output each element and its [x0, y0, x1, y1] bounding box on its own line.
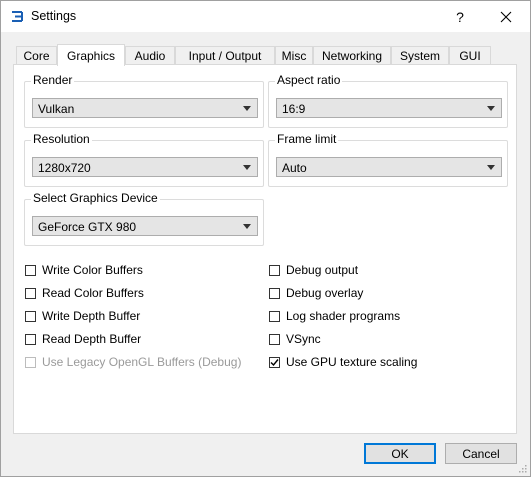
- checkbox-label: Read Depth Buffer: [42, 332, 142, 346]
- checkbox-label: Use GPU texture scaling: [286, 355, 418, 369]
- checkbox-box[interactable]: [25, 264, 36, 276]
- chevron-down-icon: [487, 106, 495, 111]
- render-select[interactable]: Vulkan: [32, 98, 258, 118]
- checkbox-label: Use Legacy OpenGL Buffers (Debug): [42, 355, 242, 369]
- aspect-ratio-value: 16:9: [282, 102, 306, 116]
- read-depth-buffer-checkbox[interactable]: Read Depth Buffer: [25, 331, 141, 347]
- legacy-opengl-buffers-checkbox: Use Legacy OpenGL Buffers (Debug): [25, 354, 241, 370]
- aspect-ratio-group: Aspect ratio 16:9: [268, 73, 508, 128]
- frame-limit-group: Frame limit Auto: [268, 132, 508, 187]
- app-icon: [10, 10, 25, 23]
- debug-output-checkbox[interactable]: Debug output: [269, 262, 358, 278]
- checkbox-label: VSync: [286, 332, 321, 346]
- frame-limit-value: Auto: [282, 161, 307, 175]
- render-label: Render: [31, 73, 75, 87]
- resolution-select[interactable]: 1280x720: [32, 157, 258, 177]
- resolution-group: Resolution 1280x720: [24, 132, 264, 187]
- tab-misc[interactable]: Misc: [275, 46, 313, 64]
- help-button[interactable]: ?: [437, 1, 483, 32]
- resolution-value: 1280x720: [38, 161, 91, 175]
- graphics-device-value: GeForce GTX 980: [38, 220, 137, 234]
- tab-networking[interactable]: Networking: [313, 46, 391, 64]
- tab-audio[interactable]: Audio: [125, 46, 175, 64]
- window-title: Settings: [31, 9, 77, 23]
- frame-limit-select[interactable]: Auto: [276, 157, 502, 177]
- checkbox-box: [25, 356, 36, 368]
- graphics-panel: Render Vulkan Aspect ratio 16:9 Resoluti…: [13, 64, 517, 434]
- vsync-checkbox[interactable]: VSync: [269, 331, 321, 347]
- checkbox-box[interactable]: [269, 310, 280, 322]
- tab-input-output[interactable]: Input / Output: [175, 46, 275, 64]
- write-depth-buffer-checkbox[interactable]: Write Depth Buffer: [25, 308, 140, 324]
- checkbox-box[interactable]: [25, 310, 36, 322]
- checkbox-label: Debug overlay: [286, 286, 364, 300]
- checkbox-box[interactable]: [269, 333, 280, 345]
- aspect-ratio-label: Aspect ratio: [275, 73, 343, 87]
- checkbox-box[interactable]: [269, 356, 280, 368]
- resolution-label: Resolution: [31, 132, 92, 146]
- close-button[interactable]: [483, 1, 529, 32]
- checkbox-label: Log shader programs: [286, 309, 401, 323]
- resize-grip-icon[interactable]: [517, 463, 527, 473]
- checkbox-label: Write Color Buffers: [42, 263, 143, 277]
- graphics-device-group: Select Graphics Device GeForce GTX 980: [24, 191, 264, 246]
- close-icon: [500, 11, 512, 22]
- frame-limit-label: Frame limit: [275, 132, 339, 146]
- settings-window: Settings ? Core Graphics Audio Input / O…: [0, 0, 531, 477]
- gpu-texture-scaling-checkbox[interactable]: Use GPU texture scaling: [269, 354, 417, 370]
- checkbox-box[interactable]: [269, 264, 280, 276]
- checkbox-label: Write Depth Buffer: [42, 309, 141, 323]
- write-color-buffers-checkbox[interactable]: Write Color Buffers: [25, 262, 143, 278]
- read-color-buffers-checkbox[interactable]: Read Color Buffers: [25, 285, 144, 301]
- render-value: Vulkan: [38, 102, 75, 116]
- title-bar[interactable]: Settings ?: [1, 1, 530, 32]
- tab-gui[interactable]: GUI: [449, 46, 491, 64]
- log-shader-programs-checkbox[interactable]: Log shader programs: [269, 308, 400, 324]
- chevron-down-icon: [243, 165, 251, 170]
- tab-system[interactable]: System: [391, 46, 449, 64]
- checkbox-box[interactable]: [25, 333, 36, 345]
- graphics-device-select[interactable]: GeForce GTX 980: [32, 216, 258, 236]
- cancel-button[interactable]: Cancel: [445, 443, 517, 464]
- ok-button[interactable]: OK: [364, 443, 436, 464]
- checkbox-label: Read Color Buffers: [42, 286, 144, 300]
- chevron-down-icon: [487, 165, 495, 170]
- checkbox-box[interactable]: [25, 287, 36, 299]
- tab-core[interactable]: Core: [16, 46, 57, 64]
- chevron-down-icon: [243, 224, 251, 229]
- tab-graphics[interactable]: Graphics: [57, 44, 125, 66]
- checkmark-icon: [270, 358, 279, 366]
- debug-overlay-checkbox[interactable]: Debug overlay: [269, 285, 363, 301]
- chevron-down-icon: [243, 106, 251, 111]
- render-group: Render Vulkan: [24, 73, 264, 128]
- checkbox-label: Debug output: [286, 263, 359, 277]
- checkbox-box[interactable]: [269, 287, 280, 299]
- aspect-ratio-select[interactable]: 16:9: [276, 98, 502, 118]
- graphics-device-label: Select Graphics Device: [31, 191, 160, 205]
